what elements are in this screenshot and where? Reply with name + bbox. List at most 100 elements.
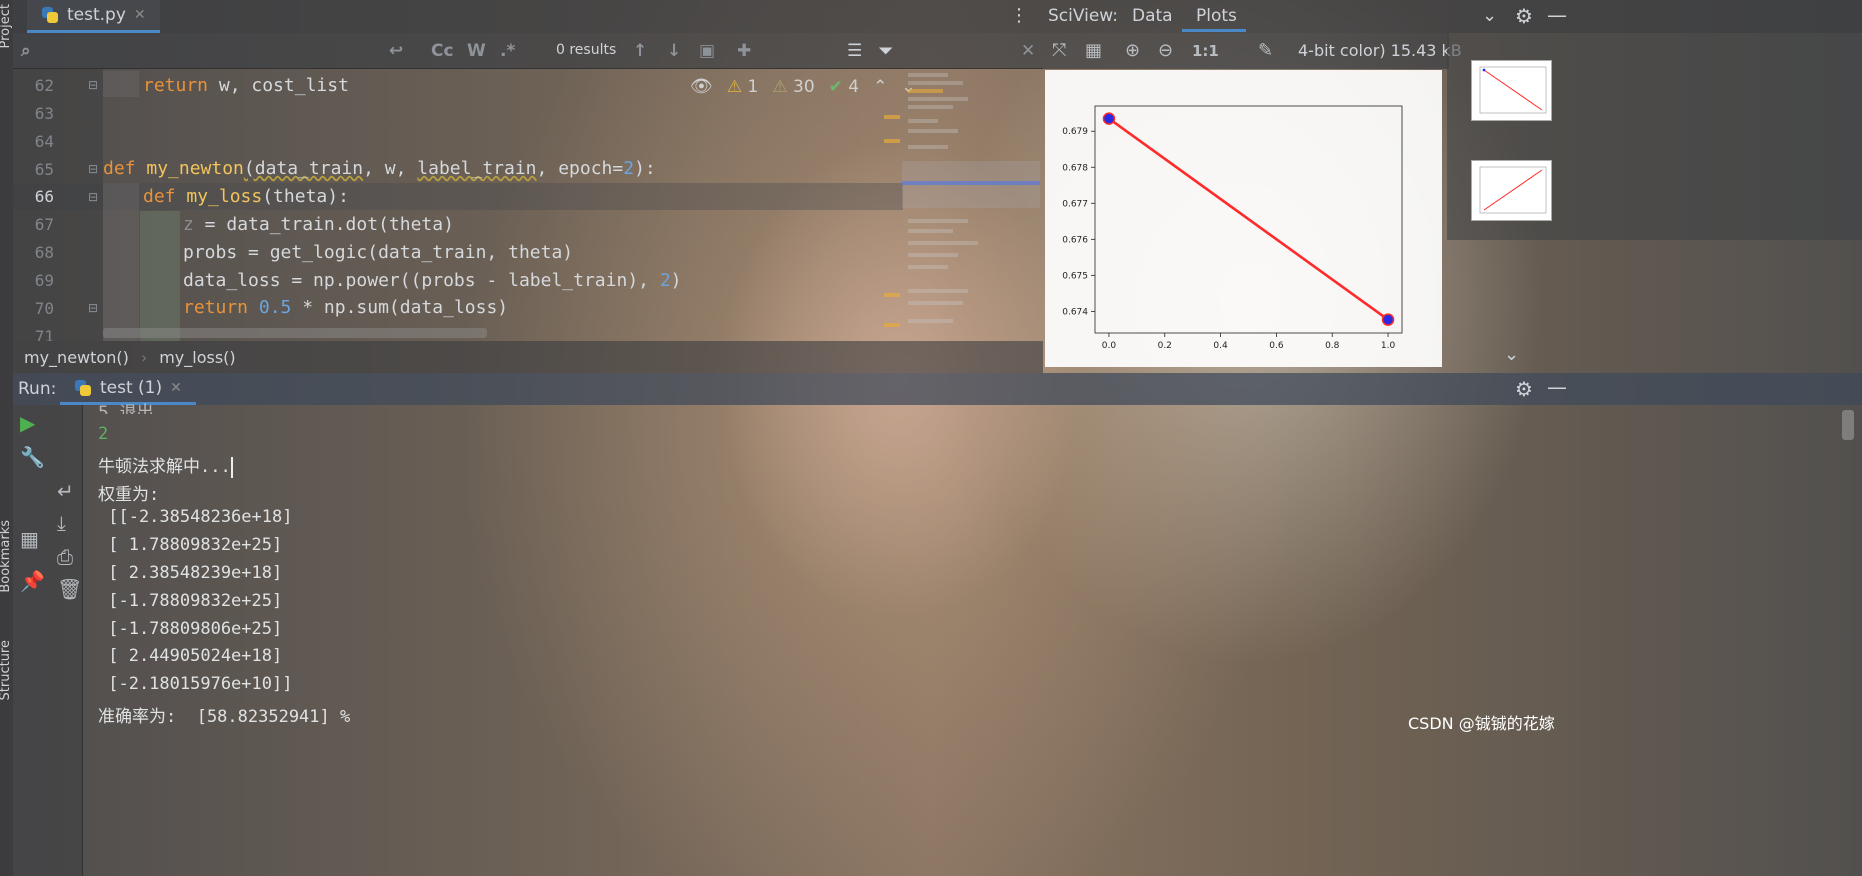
line-number: 68 — [34, 243, 54, 262]
reader-mode-icon[interactable]: 👁 — [690, 76, 713, 97]
bookmarks-tool-label[interactable]: Bookmarks — [0, 520, 13, 593]
search-icon[interactable]: ⌕ — [21, 41, 31, 61]
filter-icon[interactable]: ⏷ — [879, 41, 893, 61]
regex-toggle[interactable]: .* — [500, 41, 515, 61]
x-tick-label: 0.0 — [1102, 341, 1117, 351]
editor-tab-bar: test.py ✕ — [13, 0, 1043, 33]
soft-wrap-icon[interactable]: ↵ — [57, 479, 74, 503]
warnings-count[interactable]: ⚠ 1 — [727, 77, 758, 97]
console-line: 权重为: — [98, 485, 160, 505]
fit-to-window-icon[interactable]: ⤧ — [1052, 40, 1066, 61]
image-info: 4-bit color) 15.43 kB — [1298, 41, 1462, 60]
select-all-occurrences-icon[interactable]: ▣ — [699, 41, 715, 61]
line-number: 69 — [34, 271, 54, 290]
run-tab-label: test (1) — [100, 377, 163, 398]
run-label: Run: — [18, 379, 57, 399]
indent-guide — [103, 71, 139, 97]
fold-marker-icon[interactable]: ⊟ — [88, 301, 98, 315]
code-line-62[interactable]: return w, cost_list — [143, 75, 349, 96]
plot-thumbnail-1[interactable] — [1471, 60, 1552, 121]
y-tick-label: 0.677 — [1062, 199, 1088, 209]
plot-thumbnail-2[interactable] — [1471, 160, 1552, 221]
match-case-toggle[interactable]: Cc — [431, 41, 454, 61]
filter-options-icon[interactable]: ☰ — [847, 41, 862, 61]
console-line: [-1.78809832e+25] — [98, 591, 283, 611]
console-line: [-1.78809806e+25] — [98, 619, 283, 639]
x-tick-label: 0.8 — [1325, 341, 1340, 351]
words-toggle[interactable]: W — [467, 41, 486, 61]
thumbnail-chart-icon — [1479, 66, 1547, 114]
breadcrumb-separator-icon: › — [140, 347, 148, 367]
fold-marker-icon[interactable]: ⊟ — [88, 78, 98, 92]
find-bar: ⌕ ↩ Cc W .* ↑ ↓ ▣ ✚ ☰ ⏷ ✕ — [13, 33, 1043, 69]
scroll-to-end-icon[interactable]: ⤓ — [57, 511, 66, 535]
color-picker-icon[interactable]: ✎ — [1258, 40, 1273, 61]
code-line-65[interactable]: def my_newton(data_train, w, label_train… — [103, 158, 656, 179]
code-line-70[interactable]: return 0.5 * np.sum(data_loss) — [183, 297, 508, 318]
wrench-icon[interactable]: 🔧 — [20, 445, 45, 469]
python-file-icon — [41, 6, 59, 24]
sciview-settings-gear-icon[interactable]: ⚙ — [1515, 4, 1533, 28]
zoom-in-icon[interactable]: ⊕ — [1125, 40, 1140, 61]
console-scrollbar[interactable] — [1842, 410, 1854, 440]
zoom-out-icon[interactable]: ⊖ — [1158, 40, 1173, 61]
run-minimize-icon[interactable]: — — [1547, 375, 1567, 399]
grid-icon[interactable]: ▦ — [1085, 40, 1102, 61]
more-options-icon[interactable]: ⋮ — [1010, 6, 1028, 26]
typos-count[interactable]: ✔ 4 — [829, 77, 859, 97]
breadcrumb-item-my-loss[interactable]: my_loss() — [159, 348, 235, 367]
breadcrumb-item-my-newton[interactable]: my_newton() — [24, 348, 129, 367]
close-search-icon[interactable]: ✕ — [1021, 41, 1035, 61]
replace-history-icon[interactable]: ↩ — [389, 41, 403, 61]
console-line: [[-2.38548236e+18] — [98, 507, 293, 527]
active-tab-underline — [1182, 29, 1246, 32]
code-line-68[interactable]: probs = get_logic(data_train, theta) — [183, 242, 573, 263]
breadcrumb: my_newton() › my_loss() — [13, 341, 1043, 373]
next-occurrence-icon[interactable]: ↓ — [667, 41, 681, 61]
code-line-69[interactable]: data_loss = np.power((probs - label_trai… — [183, 270, 682, 291]
pin-icon[interactable]: 📌 — [20, 569, 45, 593]
previous-occurrence-icon[interactable]: ↑ — [633, 41, 647, 61]
scroll-thumbnails-down-icon[interactable]: ⌄ — [1504, 344, 1519, 365]
run-tool-window-header — [13, 373, 1862, 405]
console-line: 准确率为: [58.82352941] % — [98, 707, 351, 727]
sciview-tab-data[interactable]: Data — [1132, 6, 1173, 26]
add-selection-icon[interactable]: ✚ — [737, 41, 751, 61]
line-number: 63 — [34, 104, 54, 123]
code-line-67[interactable]: z = data_train.dot(theta) — [183, 214, 454, 235]
line-chart: 0.0 0.2 0.4 0.6 0.8 1.0 0.674 0.675 0.676 0.677 0.… — [1062, 105, 1403, 351]
indent-guide — [103, 183, 139, 341]
plot-image[interactable]: 0.0 0.2 0.4 0.6 0.8 1.0 0.674 0.675 0.676 0.677 0.… — [1045, 70, 1442, 367]
x-tick-label: 0.2 — [1158, 341, 1172, 351]
line-number: 62 — [34, 76, 54, 95]
layout-icon[interactable]: ▦ — [20, 527, 39, 551]
y-tick-label: 0.674 — [1062, 307, 1088, 317]
fold-marker-icon[interactable]: ⊟ — [88, 190, 98, 204]
line-number: 65 — [34, 160, 54, 179]
structure-tool-label[interactable]: Structure — [0, 640, 13, 700]
console-line: 5. 退出 — [98, 403, 154, 414]
tab-label: test.py — [67, 5, 126, 25]
sciview-tab-plots[interactable]: Plots — [1196, 6, 1237, 26]
x-tick-label: 0.6 — [1269, 341, 1284, 351]
print-icon[interactable]: ⎙ — [57, 545, 73, 569]
chevron-down-icon[interactable]: ⌄ — [1482, 5, 1497, 26]
series-line — [1108, 117, 1389, 321]
actual-size-button[interactable]: 1:1 — [1192, 42, 1219, 60]
code-minimap[interactable] — [880, 69, 1040, 341]
close-icon[interactable]: ✕ — [170, 380, 182, 396]
horizontal-scrollbar[interactable] — [103, 328, 487, 338]
weak-warnings-count[interactable]: ⚠ 30 — [772, 77, 814, 97]
code-line-66[interactable]: def my_loss(theta): — [143, 186, 349, 207]
run-settings-gear-icon[interactable]: ⚙ — [1515, 377, 1533, 401]
trash-icon[interactable]: 🗑 — [57, 577, 82, 601]
console-line: 牛顿法求解中... — [98, 456, 233, 478]
y-tick-label: 0.675 — [1062, 271, 1088, 281]
project-tool-label[interactable]: Project — [0, 4, 13, 48]
fold-marker-icon[interactable]: ⊟ — [88, 162, 98, 176]
rerun-play-icon[interactable]: ▶ — [20, 411, 35, 435]
close-icon[interactable]: ✕ — [134, 7, 146, 23]
console-line: [ 1.78809832e+25] — [98, 535, 283, 555]
sciview-minimize-icon[interactable]: — — [1547, 3, 1567, 27]
tab-test-py[interactable]: test.py ✕ — [27, 0, 160, 33]
